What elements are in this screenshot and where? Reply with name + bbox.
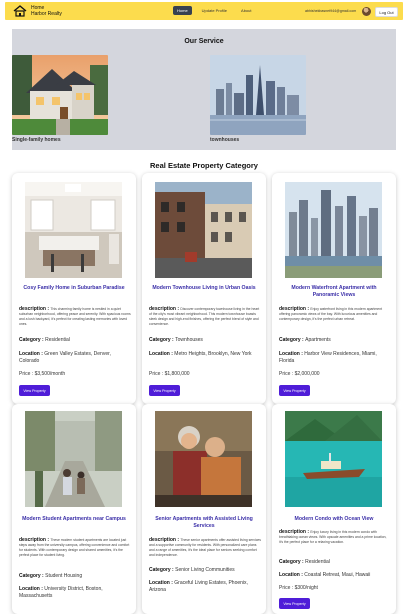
property-image: [25, 182, 122, 278]
property-price: Price : $3,500/month: [19, 371, 66, 377]
nav-home[interactable]: Home: [173, 6, 192, 15]
property-title: Modern Townhouse Living in Urban Oasis: [152, 285, 256, 291]
property-price: Price : $1,800,000: [149, 371, 190, 377]
view-property-button[interactable]: View Property: [279, 598, 310, 609]
property-card: Modern Student Apartments near Campus de…: [12, 404, 136, 614]
service-title: Our Service: [184, 38, 224, 45]
property-card: Cosy Family Home in Suburban Paradise de…: [12, 173, 136, 404]
property-title: Senior Apartments with Assisted Living S…: [155, 516, 253, 529]
property-location: Location : Harbor View Residences, Miami…: [279, 351, 377, 364]
property-location: Location : University District, Boston, …: [19, 586, 103, 599]
property-description: description : This charming family home …: [19, 306, 131, 327]
property-image: [155, 182, 252, 278]
property-location: Location : Graceful Living Estates, Phoe…: [149, 580, 248, 593]
view-property-button[interactable]: View Property: [149, 385, 180, 396]
property-description: description : Enjoy luxury living in thi…: [279, 529, 387, 545]
property-category: Category : Residential: [19, 337, 70, 343]
property-price: Price : $300/night: [279, 585, 318, 591]
property-image: [285, 182, 382, 278]
property-category: Category : Residential: [279, 559, 330, 565]
property-title: Modern Waterfront Apartment with Panoram…: [291, 285, 377, 298]
property-title: Modern Condo with Ocean View: [294, 516, 374, 522]
property-category: Category : Townhouses: [149, 337, 203, 343]
property-category: Category : Student Housing: [19, 573, 83, 579]
nav-update-profile[interactable]: Update Profile: [198, 6, 231, 15]
property-description: description : These modern student apart…: [19, 537, 130, 558]
service-label-single-family: Single-family homes: [12, 137, 61, 143]
brand: Home Harbor Realty: [31, 5, 62, 17]
property-category: Category : Apartments: [279, 337, 331, 343]
property-description: description : These senior apartments of…: [149, 537, 262, 558]
property-location: Location : Green Valley Estates, Denver,…: [19, 351, 111, 364]
our-service-section: Our Service Single-family homes townhous…: [12, 29, 396, 150]
service-label-townhouses: townhouses: [210, 137, 240, 143]
avatar[interactable]: [362, 7, 371, 16]
nav-about[interactable]: About: [237, 6, 255, 15]
property-price: Price : $2,000,000: [279, 371, 320, 377]
property-description: description : Enjoy waterfront living in…: [279, 306, 383, 322]
property-image: [285, 411, 382, 507]
brand-name: Harbor Realty: [31, 11, 62, 17]
property-card: Modern Waterfront Apartment with Panoram…: [272, 173, 396, 404]
navbar: Home Harbor Realty Home Update Profile A…: [5, 2, 403, 20]
property-image: [25, 411, 122, 507]
nav-links: Home Update Profile About: [173, 6, 255, 15]
view-property-button[interactable]: View Property: [19, 385, 50, 396]
single-family-home-image: [12, 55, 108, 135]
property-title: Cosy Family Home in Suburban Paradise: [23, 285, 125, 291]
category-title: Real Estate Property Category: [150, 161, 258, 170]
view-property-button[interactable]: View Property: [279, 385, 310, 396]
property-description: description : Discover contemporary town…: [149, 306, 260, 327]
property-card: Modern Condo with Ocean View description…: [272, 404, 396, 614]
property-card: Senior Apartments with Assisted Living S…: [142, 404, 266, 614]
property-image: [155, 411, 252, 507]
user-email: abhishekbasnet944@gmail.com: [305, 9, 357, 13]
property-title: Modern Student Apartments near Campus: [22, 516, 126, 522]
property-card: Modern Townhouse Living in Urban Oasis d…: [142, 173, 266, 404]
house-logo-icon: [13, 5, 27, 17]
townhouses-image: [210, 55, 306, 135]
logo[interactable]: Home Harbor Realty: [5, 5, 62, 17]
property-location: Location : Metro Heights, Brooklyn, New …: [149, 351, 252, 357]
logout-button[interactable]: Log Out: [375, 7, 398, 17]
property-category: Category : Senior Living Communities: [149, 567, 235, 573]
property-location: Location : Coastal Retreat, Maui, Hawaii: [279, 572, 371, 578]
